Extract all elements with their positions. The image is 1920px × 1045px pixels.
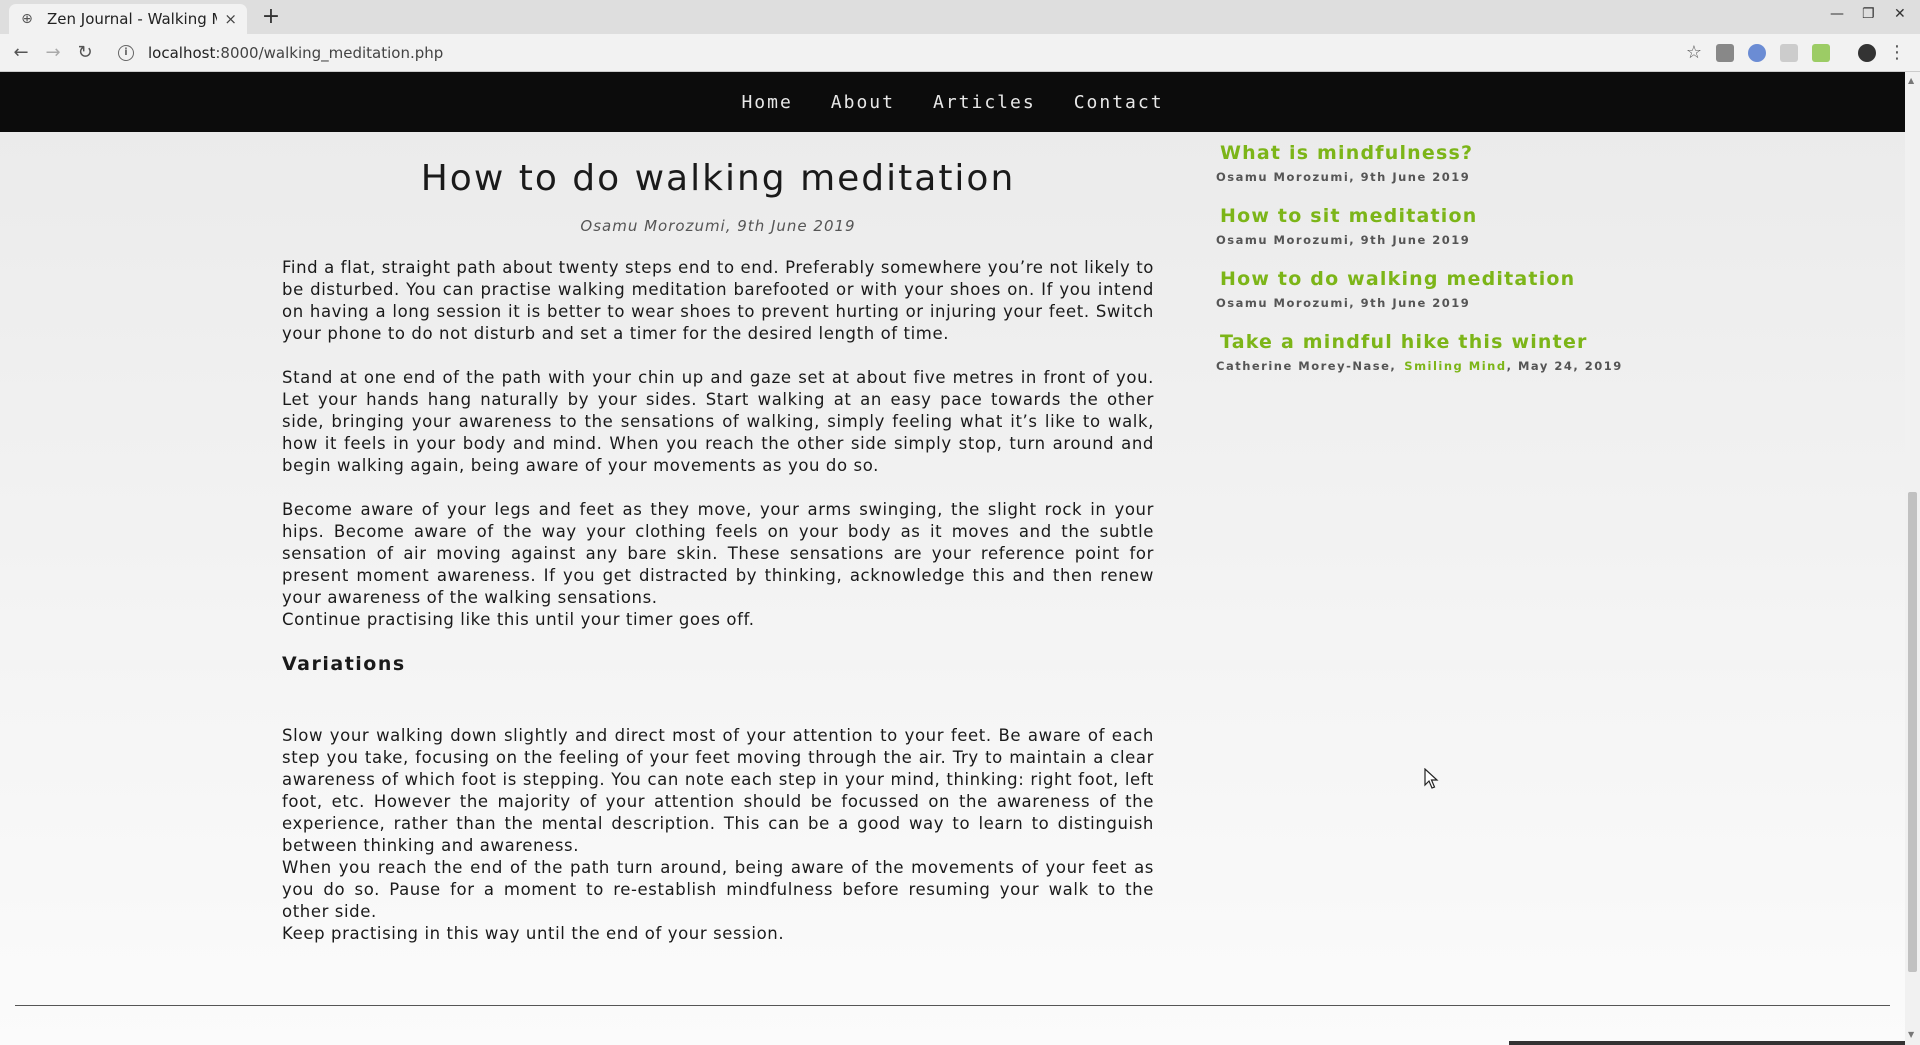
variations-heading: Variations bbox=[282, 653, 406, 675]
sidebar-article-link[interactable]: How to do walking meditation bbox=[1216, 268, 1666, 290]
bookmark-star-icon[interactable]: ☆ bbox=[1686, 42, 1702, 63]
menu-icon[interactable]: ⋮ bbox=[1886, 42, 1908, 64]
article-paragraph: Stand at one end of the path with your c… bbox=[282, 368, 1154, 475]
sidebar-article: What is mindfulness? Osamu Morozumi, 9th… bbox=[1216, 142, 1666, 184]
browser-tab[interactable]: ⊕ Zen Journal - Walking Med × bbox=[9, 4, 247, 34]
sidebar-article-link[interactable]: Take a mindful hike this winter bbox=[1216, 331, 1666, 353]
sidebar-article-link[interactable]: How to sit meditation bbox=[1216, 205, 1666, 227]
sidebar-article-meta: Osamu Morozumi, 9th June 2019 bbox=[1216, 296, 1471, 310]
sidebar-article-meta: Osamu Morozumi, 9th June 2019 bbox=[1216, 170, 1471, 184]
source-link[interactable]: Smiling Mind bbox=[1404, 359, 1506, 373]
sidebar-article-meta: Catherine Morey-Nase, Smiling Mind, May 2… bbox=[1216, 359, 1623, 373]
globe-icon: ⊕ bbox=[21, 11, 33, 27]
extension-icon[interactable] bbox=[1812, 44, 1830, 62]
page-viewport: Home About Articles Contact How to do wa… bbox=[0, 72, 1905, 1045]
nav-link-about[interactable]: About bbox=[831, 92, 895, 113]
address-bar[interactable]: i localhost:8000/walking_meditation.php … bbox=[108, 38, 1710, 68]
forward-icon[interactable]: → bbox=[42, 42, 64, 64]
bottom-bar bbox=[1509, 1041, 1905, 1045]
article-title: How to do walking meditation bbox=[420, 158, 1016, 199]
tab-close-icon[interactable]: × bbox=[224, 10, 237, 28]
sidebar-article: Take a mindful hike this winter Catherin… bbox=[1216, 331, 1666, 373]
scrollbar[interactable]: ▲ ▼ bbox=[1905, 72, 1920, 1045]
mouse-cursor-icon bbox=[1424, 768, 1439, 789]
avatar[interactable] bbox=[1858, 44, 1876, 62]
sidebar-article: How to sit meditation Osamu Morozumi, 9t… bbox=[1216, 205, 1666, 247]
article-paragraph: When you reach the end of the path turn … bbox=[282, 858, 1154, 921]
browser-tab-bar: ⊕ Zen Journal - Walking Med × + — ❐ ✕ bbox=[0, 0, 1920, 34]
article-paragraph: Keep practising in this way until the en… bbox=[282, 924, 785, 943]
extension-icon[interactable] bbox=[1780, 44, 1798, 62]
sidebar-article: How to do walking meditation Osamu Moroz… bbox=[1216, 268, 1666, 310]
site-navbar: Home About Articles Contact bbox=[0, 72, 1905, 132]
article-paragraph: Slow your walking down slightly and dire… bbox=[282, 726, 1154, 855]
footer-divider bbox=[15, 1005, 1890, 1006]
nav-link-articles[interactable]: Articles bbox=[933, 92, 1036, 113]
extension-icon[interactable] bbox=[1748, 44, 1766, 62]
sidebar-article-link[interactable]: What is mindfulness? bbox=[1216, 142, 1666, 164]
maximize-icon[interactable]: ❐ bbox=[1862, 6, 1875, 22]
scroll-down-icon[interactable]: ▼ bbox=[1908, 1030, 1914, 1039]
window-close-icon[interactable]: ✕ bbox=[1894, 6, 1906, 22]
article-meta: Osamu Morozumi, 9th June 2019 bbox=[580, 217, 856, 235]
new-tab-button[interactable]: + bbox=[258, 4, 284, 30]
article-paragraph: Continue practising like this until your… bbox=[282, 610, 755, 629]
url-text[interactable]: localhost:8000/walking_meditation.php bbox=[148, 44, 443, 62]
tab-title: Zen Journal - Walking Med bbox=[47, 10, 217, 28]
camera-extension-icon[interactable] bbox=[1716, 44, 1734, 62]
nav-link-home[interactable]: Home bbox=[741, 92, 792, 113]
article-paragraph: Find a flat, straight path about twenty … bbox=[282, 258, 1154, 343]
scrollbar-thumb[interactable] bbox=[1908, 492, 1917, 972]
minimize-icon[interactable]: — bbox=[1830, 6, 1844, 22]
article-paragraph: Become aware of your legs and feet as th… bbox=[282, 500, 1154, 607]
browser-toolbar: ← → ↻ i localhost:8000/walking_meditatio… bbox=[0, 34, 1920, 72]
scroll-up-icon[interactable]: ▲ bbox=[1908, 76, 1914, 85]
back-icon[interactable]: ← bbox=[10, 42, 32, 64]
reload-icon[interactable]: ↻ bbox=[74, 42, 96, 64]
nav-link-contact[interactable]: Contact bbox=[1074, 92, 1164, 113]
sidebar-article-meta: Osamu Morozumi, 9th June 2019 bbox=[1216, 233, 1471, 247]
sidebar: What is mindfulness? Osamu Morozumi, 9th… bbox=[1216, 142, 1666, 394]
info-icon[interactable]: i bbox=[118, 45, 134, 61]
article: How to do walking meditation Osamu Moroz… bbox=[282, 158, 1154, 945]
